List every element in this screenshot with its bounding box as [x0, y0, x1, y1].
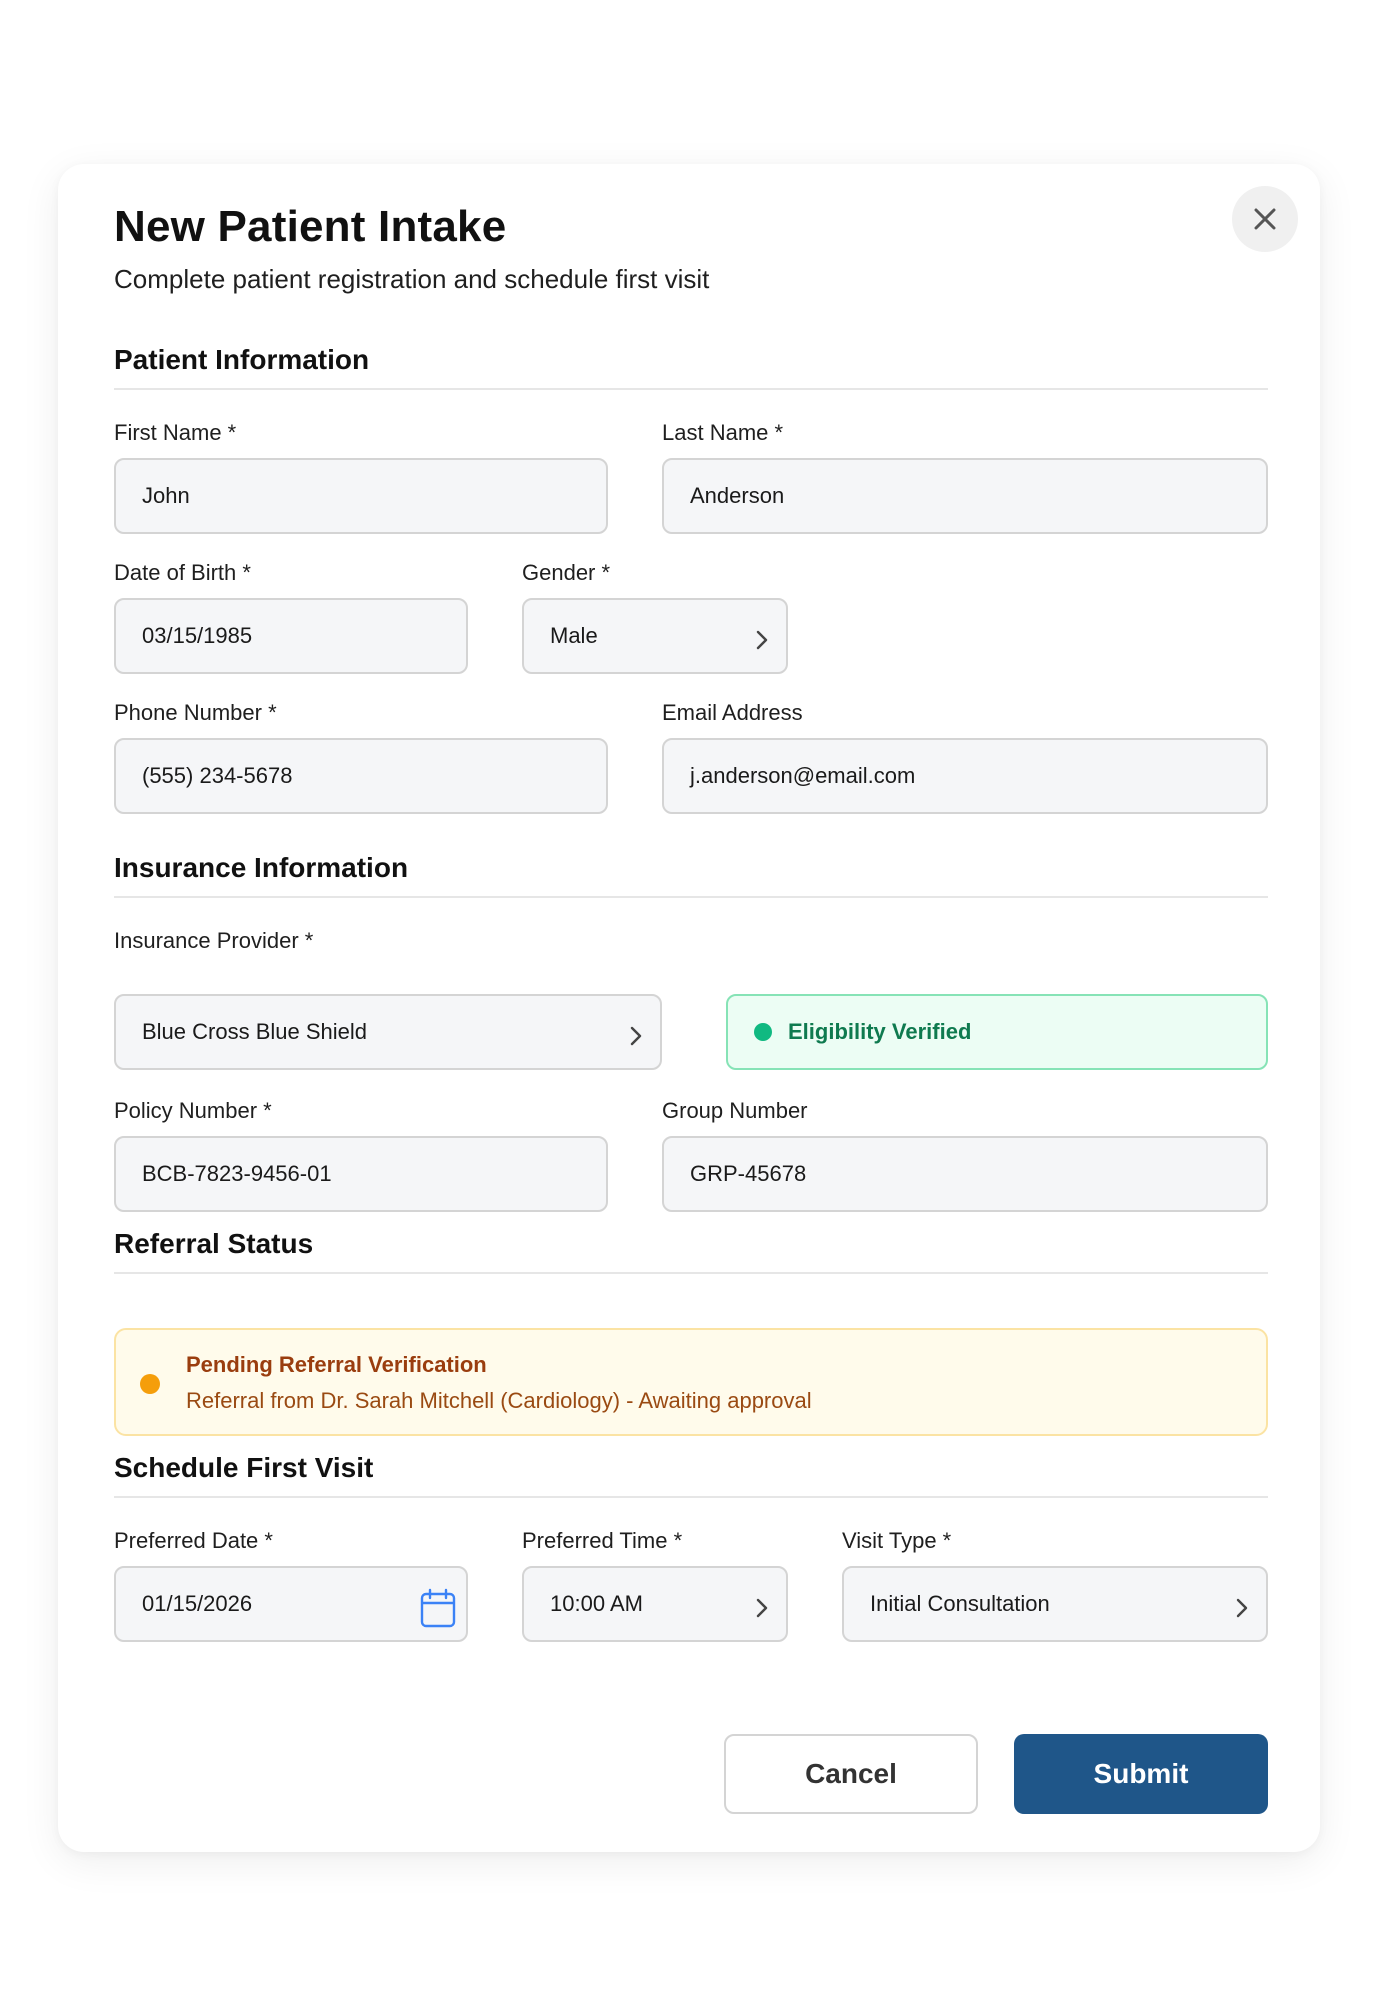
preferred-date-input[interactable]: 01/15/2026 [114, 1566, 468, 1642]
referral-alert: Pending Referral Verification Referral f… [114, 1328, 1268, 1436]
first-name-label: First Name * [114, 420, 237, 445]
preferred-date-label: Preferred Date * [114, 1528, 273, 1553]
modal-subtitle: Complete patient registration and schedu… [114, 264, 710, 294]
chevron-right-icon [756, 1598, 768, 1618]
preferred-date-value: 01/15/2026 [142, 1591, 253, 1616]
gender-value: Male [550, 623, 598, 648]
calendar-icon[interactable] [420, 1588, 456, 1628]
cancel-button[interactable]: Cancel [724, 1734, 978, 1814]
section-title-patient: Patient Information [114, 344, 370, 375]
policy-number-label: Policy Number * [114, 1098, 272, 1123]
email-label: Email Address [662, 700, 803, 725]
section-title-schedule: Schedule First Visit [114, 1452, 374, 1483]
last-name-input[interactable]: Anderson [662, 458, 1268, 534]
visit-type-select[interactable]: Initial Consultation [842, 1566, 1268, 1642]
policy-number-input[interactable]: BCB-7823-9456-01 [114, 1136, 608, 1212]
section-divider [114, 1272, 1268, 1274]
visit-type-label: Visit Type * [842, 1528, 952, 1553]
insurance-provider-select[interactable]: Blue Cross Blue Shield [114, 994, 662, 1070]
warning-dot [140, 1374, 160, 1394]
first-name-input[interactable]: John [114, 458, 608, 534]
preferred-time-value: 10:00 AM [550, 1591, 643, 1616]
submit-button[interactable]: Submit [1014, 1734, 1268, 1814]
preferred-time-label: Preferred Time * [522, 1528, 683, 1553]
phone-input[interactable]: (555) 234-5678 [114, 738, 608, 814]
status-dot [754, 1023, 772, 1041]
referral-alert-description: Referral from Dr. Sarah Mitchell (Cardio… [186, 1388, 812, 1413]
section-title-referral: Referral Status [114, 1228, 314, 1259]
insurance-provider-label: Insurance Provider * [114, 928, 314, 953]
dob-input[interactable]: 03/15/1985 [114, 598, 468, 674]
section-title-insurance: Insurance Information [114, 852, 409, 883]
visit-type-value: Initial Consultation [870, 1591, 1050, 1616]
last-name-label: Last Name * [662, 420, 784, 445]
chevron-right-icon [756, 630, 768, 650]
preferred-time-select[interactable]: 10:00 AM [522, 1566, 788, 1642]
patient-intake-modal: New Patient Intake Complete patient regi… [58, 164, 1320, 1852]
group-number-input[interactable]: GRP-45678 [662, 1136, 1268, 1212]
gender-select[interactable]: Male [522, 598, 788, 674]
section-divider [114, 1496, 1268, 1498]
email-input[interactable]: j.anderson@email.com [662, 738, 1268, 814]
dob-label: Date of Birth * [114, 560, 251, 585]
chevron-right-icon [1236, 1598, 1248, 1618]
eligibility-text: Eligibility Verified [788, 1019, 972, 1044]
referral-alert-title: Pending Referral Verification [186, 1352, 487, 1377]
chevron-right-icon [630, 1026, 642, 1046]
gender-label: Gender * [522, 560, 611, 585]
eligibility-status-badge: Eligibility Verified [726, 994, 1268, 1070]
modal-title: New Patient Intake [114, 202, 507, 251]
close-button[interactable] [1232, 186, 1298, 252]
group-number-label: Group Number [662, 1098, 808, 1123]
phone-label: Phone Number * [114, 700, 277, 725]
insurance-provider-value: Blue Cross Blue Shield [142, 1019, 368, 1044]
section-divider [114, 896, 1268, 898]
close-icon [1254, 208, 1276, 230]
section-divider [114, 388, 1268, 390]
